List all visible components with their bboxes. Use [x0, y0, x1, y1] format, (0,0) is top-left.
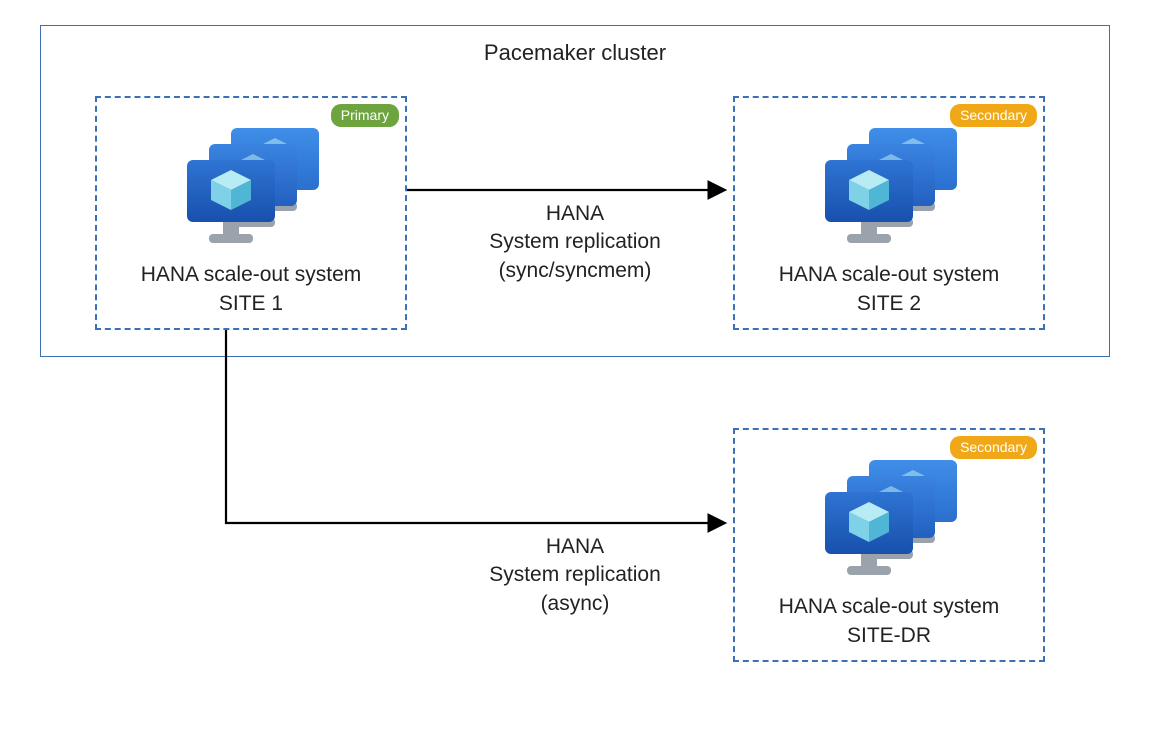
site2-vm-stack [819, 124, 963, 250]
cluster-title: Pacemaker cluster [41, 40, 1109, 66]
sync-label-line2: System replication [489, 230, 661, 253]
sync-label-line3: (sync/syncmem) [499, 259, 652, 282]
sync-label: HANA System replication (sync/syncmem) [450, 200, 700, 285]
sitedr-label-line2: SITE-DR [847, 624, 931, 647]
monitor-icon [181, 156, 281, 250]
monitor-icon [819, 156, 919, 250]
site1-label-line1: HANA scale-out system [141, 263, 362, 286]
site1-badge: Primary [331, 104, 399, 127]
site2-label: HANA scale-out system SITE 2 [735, 261, 1043, 318]
site1-vm-stack [181, 124, 325, 250]
async-label-line2: System replication [489, 563, 661, 586]
monitor-icon [819, 488, 919, 582]
sitedr-label-line1: HANA scale-out system [779, 595, 1000, 618]
async-label-line1: HANA [546, 535, 604, 558]
sitedr-label: HANA scale-out system SITE-DR [735, 593, 1043, 650]
site2-label-line2: SITE 2 [857, 292, 921, 315]
site2-label-line1: HANA scale-out system [779, 263, 1000, 286]
site1-label: HANA scale-out system SITE 1 [97, 261, 405, 318]
async-label-line3: (async) [541, 592, 610, 615]
site1-label-line2: SITE 1 [219, 292, 283, 315]
sitedr-vm-stack [819, 456, 963, 582]
async-label: HANA System replication (async) [450, 533, 700, 618]
site2-badge: Secondary [950, 104, 1037, 127]
sitedr-badge: Secondary [950, 436, 1037, 459]
site1-box: Primary [95, 96, 407, 330]
arrow-async [226, 330, 724, 523]
site2-box: Secondary [733, 96, 1045, 330]
sitedr-box: Secondary [733, 428, 1045, 662]
sync-label-line1: HANA [546, 202, 604, 225]
